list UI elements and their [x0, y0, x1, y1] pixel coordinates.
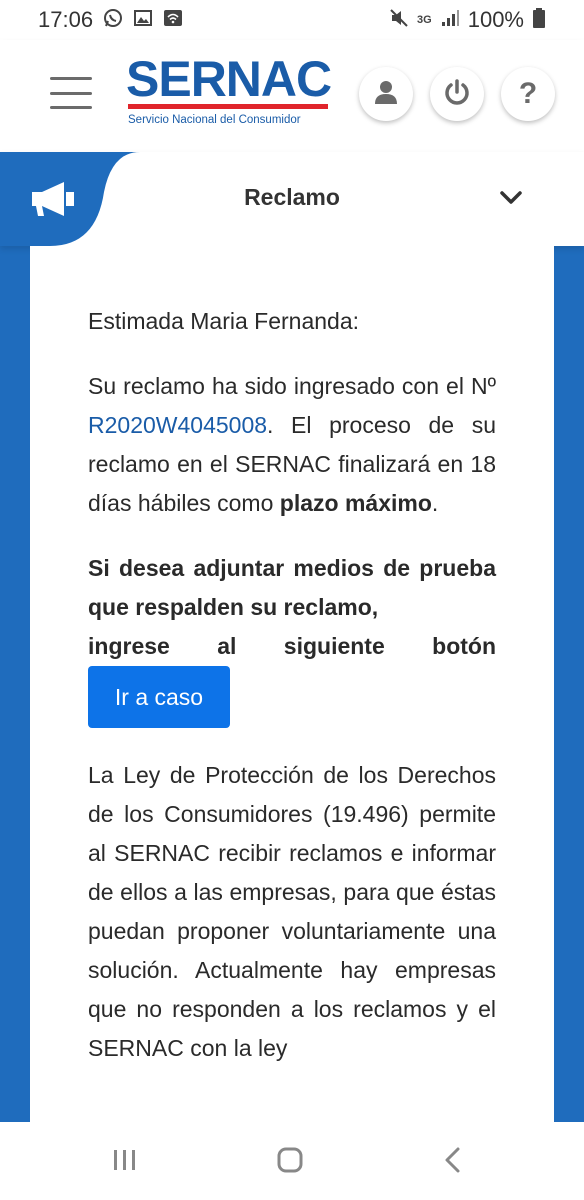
logo-subtitle: Servicio Nacional del Consumidor [128, 114, 301, 126]
logo-wordmark: SERNAC [126, 51, 332, 107]
status-bar: 17:06 3G 100% [0, 0, 584, 40]
go-to-case-button[interactable]: Ir a caso [88, 666, 230, 728]
battery-icon [532, 8, 546, 32]
help-button[interactable]: ? [501, 67, 555, 121]
whatsapp-icon [103, 8, 123, 32]
battery-level: 100% [467, 7, 524, 32]
p1-text-a: Su reclamo ha sido ingresado con el Nº [88, 373, 496, 399]
section-header[interactable]: Reclamo [0, 152, 584, 246]
power-icon [443, 78, 471, 111]
message-body: Estimada Maria Fernanda: Su reclamo ha s… [88, 302, 496, 1068]
p2-text: Si desea adjuntar medios de prueba que r… [88, 555, 496, 620]
hamburger-menu-icon[interactable] [50, 77, 92, 109]
sernac-logo[interactable]: SERNAC Servicio Nacional del Consumidor [126, 54, 332, 134]
app-header: SERNAC Servicio Nacional del Consumidor … [0, 40, 584, 152]
gallery-icon [133, 8, 153, 32]
signal-icon [440, 8, 460, 32]
system-nav-bar [0, 1122, 584, 1200]
clock: 17:06 [38, 7, 94, 32]
law-paragraph: La Ley de Protección de los Derechos de … [88, 762, 496, 1061]
greeting: Estimada Maria Fernanda: [88, 308, 360, 334]
case-number-link[interactable]: R2020W4045008 [88, 412, 267, 438]
network-type: 3G [417, 13, 432, 26]
p2-last-line: ingrese al siguiente botón [88, 633, 496, 659]
logout-button[interactable] [430, 67, 484, 121]
attachment-instructions: Si desea adjuntar medios de prueba que r… [88, 549, 496, 666]
chevron-down-icon[interactable] [498, 184, 524, 215]
user-button[interactable] [359, 67, 413, 121]
confirmation-paragraph: Su reclamo ha sido ingresado con el Nº R… [88, 367, 496, 523]
recent-apps-icon[interactable] [112, 1146, 138, 1179]
back-icon[interactable] [442, 1146, 464, 1179]
mute-icon [389, 8, 409, 32]
p1-text-end: . [431, 490, 439, 516]
help-icon: ? [518, 77, 538, 110]
home-icon[interactable] [276, 1146, 304, 1179]
p1-bold: plazo máximo [279, 490, 432, 516]
section-title: Reclamo [244, 184, 340, 210]
logo-red-bar [128, 104, 328, 109]
message-card: Estimada Maria Fernanda: Su reclamo ha s… [30, 246, 554, 1122]
wifi-calling-icon [163, 8, 183, 32]
user-icon [373, 79, 399, 110]
